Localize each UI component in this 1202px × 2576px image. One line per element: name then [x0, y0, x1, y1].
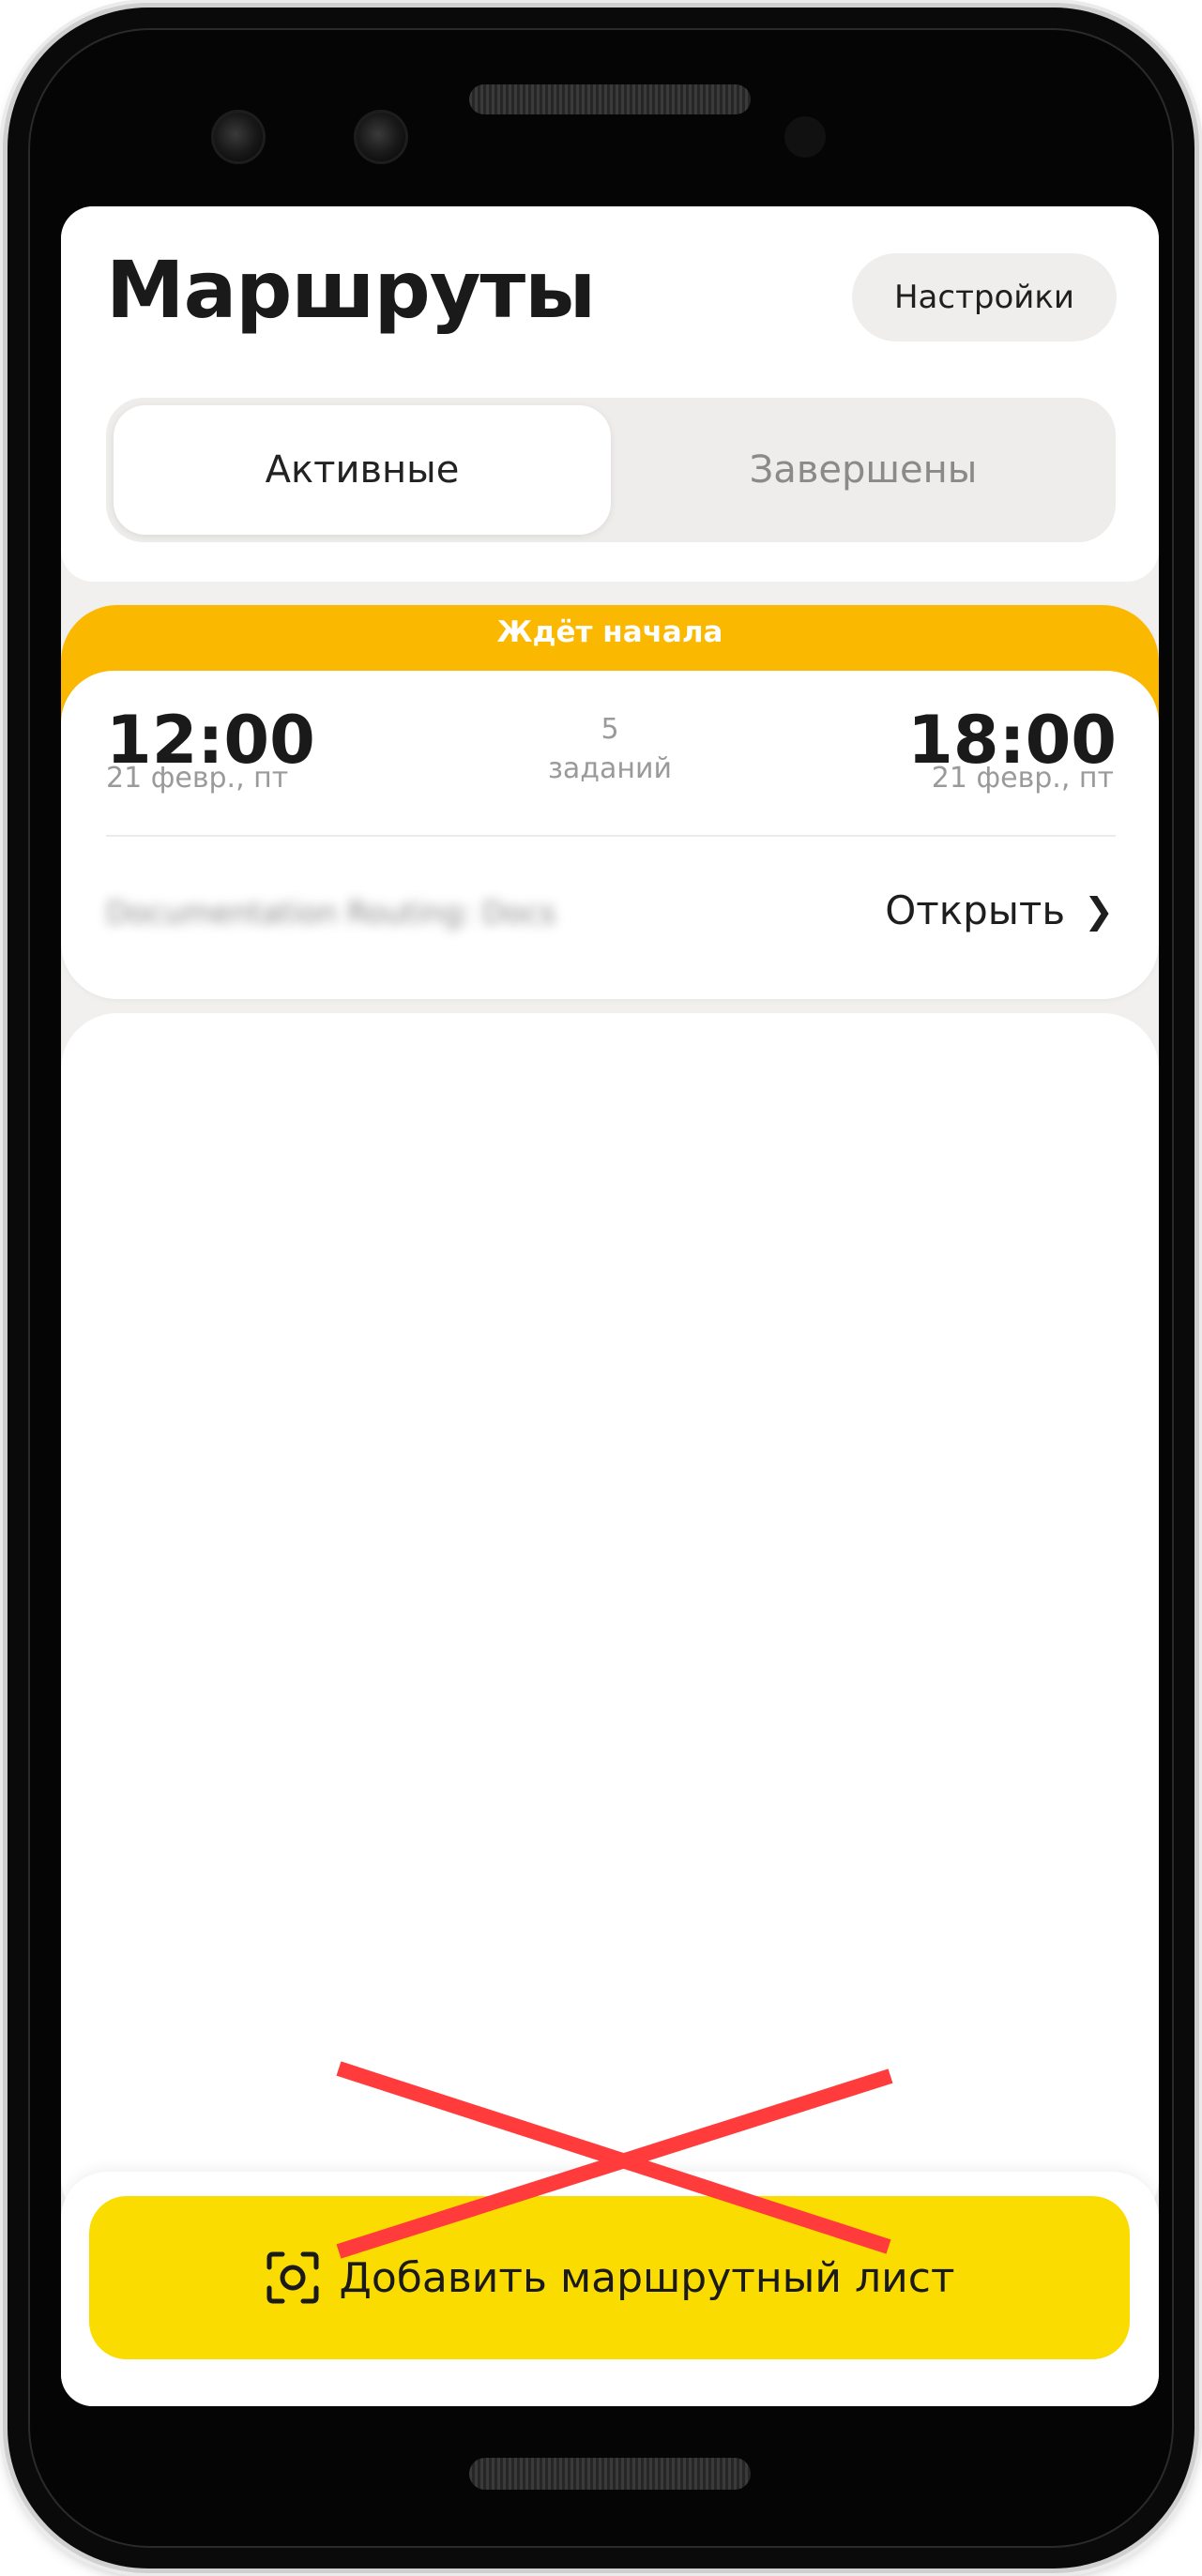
chevron-right-icon: ❯: [1084, 889, 1114, 932]
open-label: Открыть: [885, 887, 1066, 933]
card-divider: [106, 835, 1116, 837]
app-screen: Маршруты Настройки Активные Завершены Жд…: [61, 206, 1159, 2406]
tasks-label: заданий: [547, 752, 673, 785]
routes-list-area: [61, 1013, 1159, 2233]
route-tabs: Активные Завершены: [106, 398, 1116, 542]
end-date: 21 февр., пт: [931, 762, 1114, 795]
header-card: Маршруты Настройки Активные Завершены: [61, 206, 1159, 582]
settings-button[interactable]: Настройки: [852, 253, 1117, 341]
scan-icon: [266, 2251, 319, 2304]
page-title: Маршруты: [106, 244, 596, 336]
status-label: Ждёт начала: [496, 615, 723, 649]
open-route-link[interactable]: Открыть ❯: [885, 887, 1114, 933]
start-date: 21 февр., пт: [106, 762, 289, 795]
front-camera-icon: [354, 110, 408, 164]
front-camera-icon: [211, 110, 266, 164]
earpiece-speaker: [469, 84, 751, 114]
tab-active[interactable]: Активные: [114, 405, 611, 535]
add-button-label: Добавить маршрутный лист: [339, 2253, 955, 2302]
add-route-sheet-button[interactable]: Добавить маршрутный лист: [89, 2196, 1130, 2359]
proximity-sensor: [784, 116, 826, 158]
bottom-speaker: [469, 2458, 751, 2490]
tab-completed[interactable]: Завершены: [618, 405, 1108, 535]
route-name-blurred: Documentation Routing: Docs: [106, 895, 555, 931]
tasks-count: 5: [601, 713, 619, 746]
